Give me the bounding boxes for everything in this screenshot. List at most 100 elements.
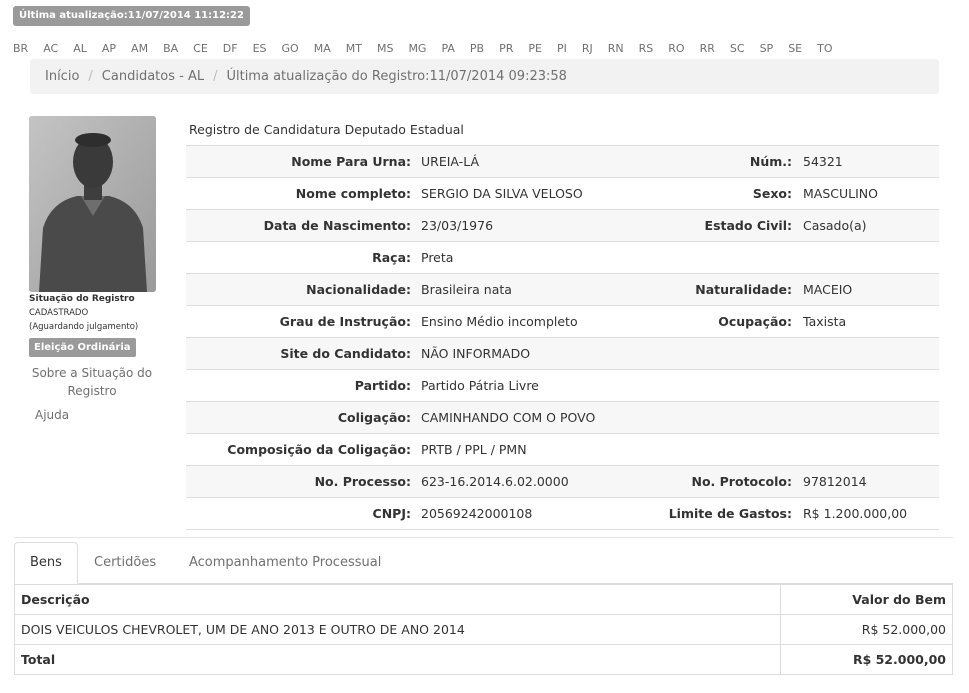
registration-title: Registro de Candidatura Deputado Estadua…	[189, 122, 464, 137]
detail-label: Nacionalidade:	[306, 282, 411, 297]
detail-value: CAMINHANDO COM O POVO	[421, 410, 596, 425]
detail-label: Estado Civil:	[704, 218, 792, 233]
detail-label: Raça:	[372, 250, 411, 265]
state-link-pe[interactable]: PE	[528, 42, 542, 58]
about-status-link[interactable]: Sobre a Situação do Registro	[29, 364, 155, 400]
detail-label: Data de Nascimento:	[263, 218, 411, 233]
detail-row: Nome Para Urna: UREIA-LÁ Núm.: 54321	[186, 145, 939, 177]
tab-acompanhamento-processual[interactable]: Acompanhamento Processual	[174, 542, 396, 584]
detail-row: No. Processo: 623-16.2014.6.02.0000 No. …	[186, 465, 939, 497]
tab-certidoes[interactable]: Certidões	[79, 542, 171, 584]
state-link-ap[interactable]: AP	[102, 42, 116, 58]
detail-row: Data de Nascimento: 23/03/1976 Estado Ci…	[186, 209, 939, 241]
state-link-rs[interactable]: RS	[639, 42, 654, 58]
detail-label: Núm.:	[749, 154, 792, 169]
state-link-pi[interactable]: PI	[557, 42, 567, 58]
state-link-pr[interactable]: PR	[499, 42, 513, 58]
state-link-ac[interactable]: AC	[43, 42, 58, 58]
detail-value: R$ 1.200.000,00	[803, 506, 908, 521]
registration-status-heading: Situação do Registro	[29, 294, 135, 304]
detail-value: MASCULINO	[803, 186, 878, 201]
detail-value: 623-16.2014.6.02.0000	[421, 474, 569, 489]
state-link-ro[interactable]: RO	[668, 42, 684, 58]
breadcrumb-separator: /	[88, 69, 93, 84]
detail-value: PRTB / PPL / PMN	[421, 442, 527, 457]
state-link-sp[interactable]: SP	[760, 42, 774, 58]
asset-description: DOIS VEICULOS CHEVROLET, UM DE ANO 2013 …	[14, 614, 781, 645]
detail-label: Ocupação:	[718, 314, 792, 329]
state-link-es[interactable]: ES	[253, 42, 267, 58]
detail-label: No. Protocolo:	[691, 474, 793, 489]
detail-row: Nome completo: SERGIO DA SILVA VELOSO Se…	[186, 177, 939, 209]
detail-label: Nome Para Urna:	[291, 154, 411, 169]
detail-label: CNPJ:	[372, 506, 411, 521]
asset-value: R$ 52.000,00	[780, 614, 953, 645]
state-link-mg[interactable]: MG	[408, 42, 426, 58]
column-header-value: Valor do Bem	[780, 584, 953, 615]
detail-label: No. Processo:	[314, 474, 411, 489]
detail-value: SERGIO DA SILVA VELOSO	[421, 186, 583, 201]
detail-label: Naturalidade:	[695, 282, 792, 297]
candidate-sidebar: Situação do Registro CADASTRADO (Aguarda…	[29, 293, 159, 422]
detail-label: Site do Candidato:	[280, 346, 411, 361]
state-link-se[interactable]: SE	[788, 42, 802, 58]
detail-value: Ensino Médio incompleto	[421, 314, 578, 329]
detail-row: CNPJ: 20569242000108 Limite de Gastos: R…	[186, 497, 939, 530]
detail-value: 20569242000108	[421, 506, 533, 521]
state-link-ms[interactable]: MS	[377, 42, 393, 58]
state-link-pa[interactable]: PA	[441, 42, 454, 58]
column-header-description: Descrição	[14, 584, 781, 615]
detail-row: Coligação: CAMINHANDO COM O POVO	[186, 401, 939, 433]
detail-row: Composição da Coligação: PRTB / PPL / PM…	[186, 433, 939, 465]
detail-label: Sexo:	[752, 186, 792, 201]
detail-row: Grau de Instrução: Ensino Médio incomple…	[186, 305, 939, 337]
detail-value: Partido Pátria Livre	[421, 378, 539, 393]
state-link-rr[interactable]: RR	[700, 42, 715, 58]
detail-row: Nacionalidade: Brasileira nata Naturalid…	[186, 273, 939, 305]
detail-value: 54321	[803, 154, 843, 169]
detail-value: Brasileira nata	[421, 282, 512, 297]
election-type-badge: Eleição Ordinária	[29, 338, 136, 357]
table-header-row: Descrição Valor do Bem	[14, 584, 953, 615]
detail-value: Taxista	[803, 314, 847, 329]
last-update-badge: Última atualização:11/07/2014 11:12:22	[13, 6, 250, 26]
state-link-sc[interactable]: SC	[730, 42, 745, 58]
breadcrumb-separator: /	[213, 69, 218, 84]
info-tabs: Bens Certidões Acompanhamento Processual	[14, 542, 953, 584]
state-link-al[interactable]: AL	[73, 42, 87, 58]
detail-value: 23/03/1976	[421, 218, 494, 233]
breadcrumb-candidates-link[interactable]: Candidatos - AL	[102, 69, 204, 84]
state-link-pb[interactable]: PB	[470, 42, 484, 58]
detail-row: Site do Candidato: NÃO INFORMADO	[186, 337, 939, 369]
detail-value: UREIA-LÁ	[421, 154, 480, 169]
state-link-br[interactable]: BR	[13, 42, 28, 58]
assets-table: Descrição Valor do Bem DOIS VEICULOS CHE…	[14, 584, 953, 675]
state-link-ba[interactable]: BA	[163, 42, 178, 58]
section-divider	[14, 537, 953, 538]
table-total-row: Total R$ 52.000,00	[14, 644, 953, 675]
state-link-to[interactable]: TO	[817, 42, 832, 58]
breadcrumb: Início / Candidatos - AL / Última atuali…	[30, 59, 939, 94]
state-link-rj[interactable]: RJ	[582, 42, 593, 58]
candidate-photo-image	[29, 116, 156, 292]
state-link-ce[interactable]: CE	[193, 42, 208, 58]
state-link-am[interactable]: AM	[131, 42, 148, 58]
help-link[interactable]: Ajuda	[29, 408, 159, 422]
tab-bens[interactable]: Bens	[14, 542, 78, 584]
detail-value: NÃO INFORMADO	[421, 346, 531, 361]
detail-label: Coligação:	[337, 410, 411, 425]
state-link-df[interactable]: DF	[223, 42, 238, 58]
registration-status-value: CADASTRADO	[29, 308, 89, 318]
state-link-mt[interactable]: MT	[346, 42, 362, 58]
state-link-go[interactable]: GO	[282, 42, 299, 58]
detail-value: MACEIO	[803, 282, 853, 297]
detail-label: Composição da Coligação:	[227, 442, 411, 457]
breadcrumb-home-link[interactable]: Início	[45, 69, 79, 84]
detail-value: Casado(a)	[803, 218, 867, 233]
state-link-rn[interactable]: RN	[608, 42, 624, 58]
total-label: Total	[14, 644, 781, 675]
state-nav: BR AC AL AP AM BA CE DF ES GO MA MT MS M…	[13, 42, 953, 58]
candidate-photo	[29, 116, 156, 292]
breadcrumb-record-update: Última atualização do Registro:11/07/201…	[226, 69, 567, 84]
state-link-ma[interactable]: MA	[314, 42, 331, 58]
